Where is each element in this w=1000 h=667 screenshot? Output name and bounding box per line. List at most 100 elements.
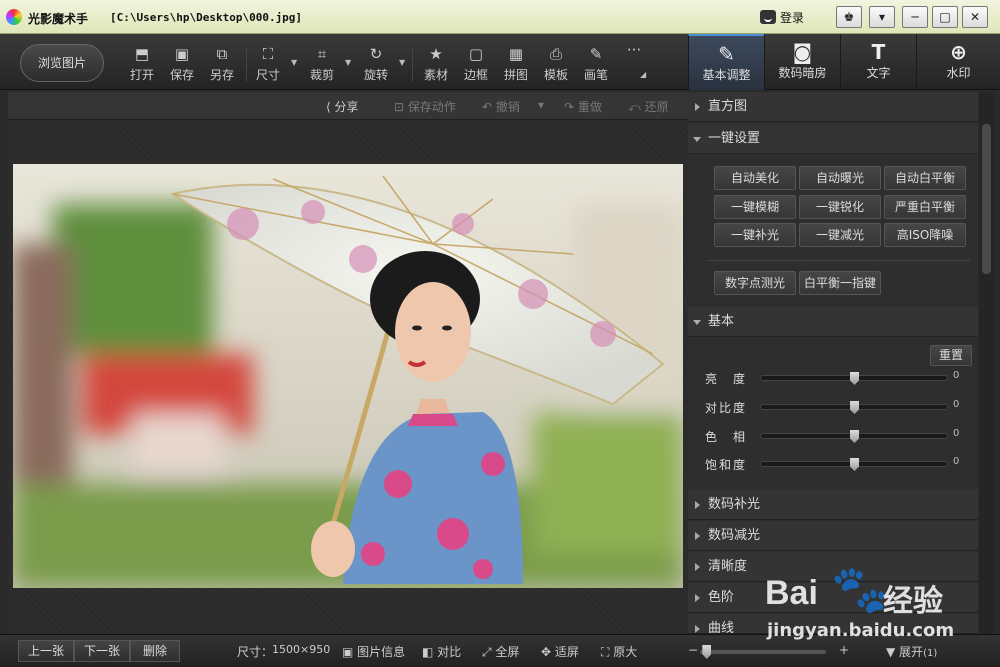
tab-basic-adjust[interactable]: ✎ 基本调整 [688, 34, 764, 90]
save-action-label: 保存动作 [407, 100, 456, 114]
hue-label: 色 相 [705, 430, 748, 444]
one-click-sharpen-button[interactable]: 一键锐化 [799, 195, 881, 219]
collage-icon: ▦ [508, 45, 524, 63]
resize-button[interactable]: ⛶ 尺寸 [248, 44, 288, 86]
one-click-section[interactable]: 一键设置 [688, 124, 978, 154]
redo-button[interactable]: ↷ 重做 [564, 98, 602, 115]
levels-section[interactable]: 色阶 [688, 583, 978, 613]
expand-count: (1) [923, 648, 938, 659]
previous-image-button[interactable]: 上一张 [18, 640, 74, 662]
watermark-icon: ⊕ [950, 40, 967, 64]
right-tab-bar: ✎ 基本调整 ◙ 数码暗房 T 文字 ⊕ 水印 [688, 34, 1000, 90]
fullscreen-button[interactable]: ⤢ 全屏 [482, 643, 519, 660]
save-as-icon: ⧉ [216, 45, 228, 63]
tab-text[interactable]: T 文字 [840, 34, 916, 90]
histogram-section[interactable]: 直方图 [688, 92, 978, 122]
curves-section[interactable]: 曲线 [688, 614, 978, 634]
strong-white-balance-button[interactable]: 严重白平衡 [884, 195, 966, 219]
skin-button[interactable]: ♚ [836, 6, 862, 28]
border-button[interactable]: ▢ 边框 [456, 44, 496, 86]
save-as-button[interactable]: ⧉ 另存 [202, 44, 242, 86]
image-size-value: 1500×950 [272, 643, 331, 656]
resize-icon: ⛶ [262, 45, 274, 63]
crop-button[interactable]: ⌗ 裁剪 [302, 44, 342, 86]
white-balance-picker-button[interactable]: 白平衡一指键 [799, 271, 881, 295]
fit-screen-button[interactable]: ✥ 适屏 [541, 643, 579, 660]
maximize-button[interactable]: □ [932, 6, 958, 28]
material-label: 素材 [423, 68, 448, 82]
digital-reduce-light-section[interactable]: 数码减光 [688, 521, 978, 551]
tab-watermark[interactable]: ⊕ 水印 [916, 34, 1000, 90]
panel-scrollbar-thumb[interactable] [982, 124, 991, 274]
rotate-dropdown-icon[interactable]: ▼ [399, 58, 405, 67]
login-button[interactable]: 登录 [760, 6, 830, 28]
share-button[interactable]: ⟨ 分享 [326, 98, 359, 115]
close-button[interactable]: ✕ [962, 6, 988, 28]
clarity-section[interactable]: 清晰度 [688, 552, 978, 582]
tab-watermark-label: 水印 [946, 66, 971, 80]
undo-dropdown-icon[interactable]: ▾ [538, 98, 544, 112]
rotate-button[interactable]: ↻ 旋转 [356, 44, 396, 86]
more-expand-icon[interactable]: ◢ [640, 70, 646, 79]
menu-button[interactable]: ▾ [869, 6, 895, 28]
crop-dropdown-icon[interactable]: ▼ [345, 58, 351, 67]
more-tools-button[interactable]: ··· [614, 40, 654, 82]
auto-exposure-button[interactable]: 自动曝光 [799, 166, 881, 190]
next-image-button[interactable]: 下一张 [74, 640, 130, 662]
browse-images-button[interactable]: 浏览图片 [20, 44, 104, 82]
save-action-button[interactable]: ⊡ 保存动作 [394, 98, 456, 115]
spot-metering-button[interactable]: 数字点测光 [714, 271, 796, 295]
undo-label: 撤销 [495, 100, 520, 114]
darkroom-icon: ◙ [792, 40, 813, 64]
crop-label: 裁剪 [309, 68, 334, 82]
template-button[interactable]: ⎙ 模板 [536, 44, 576, 86]
more-icon: ··· [626, 41, 642, 59]
collage-button[interactable]: ▦ 拼图 [496, 44, 536, 86]
panel-scrollbar[interactable] [979, 92, 994, 634]
original-size-button[interactable]: ⛶ 原大 [601, 643, 637, 660]
brush-icon: ✎ [589, 45, 603, 63]
contrast-slider-thumb[interactable] [850, 401, 859, 414]
panel-divider [708, 260, 970, 261]
compare-button[interactable]: ◧ 对比 [422, 643, 461, 660]
material-button[interactable]: ★ 素材 [416, 44, 456, 86]
toolbar-divider [412, 48, 413, 82]
tab-text-label: 文字 [866, 66, 891, 80]
app-title: 光影魔术手 [28, 12, 89, 26]
resize-dropdown-icon[interactable]: ▼ [291, 58, 297, 67]
basic-section[interactable]: 基本 [688, 307, 978, 337]
one-click-fill-light-button[interactable]: 一键补光 [714, 223, 796, 247]
tab-digital-darkroom[interactable]: ◙ 数码暗房 [764, 34, 840, 90]
open-button[interactable]: ⬒ 打开 [122, 44, 162, 86]
zoom-in-button[interactable]: + [839, 643, 849, 657]
image-info-button[interactable]: ▣ 图片信息 [342, 643, 405, 660]
rotate-label: 旋转 [363, 68, 388, 82]
zoom-out-button[interactable]: − [688, 643, 698, 657]
restore-button[interactable]: ⤺ 还原 [628, 98, 669, 115]
zoom-slider[interactable] [700, 650, 826, 654]
digital-fill-light-section[interactable]: 数码补光 [688, 490, 978, 520]
save-label: 保存 [169, 68, 194, 82]
one-click-reduce-light-button[interactable]: 一键减光 [799, 223, 881, 247]
delete-button[interactable]: 删除 [130, 640, 180, 662]
file-path: [C:\Users\hp\Desktop\000.jpg] [110, 11, 303, 24]
expand-button[interactable]: ▼ 展开(1) [886, 643, 937, 660]
action-bar: ⟨ 分享 ⊡ 保存动作 ↶ 撤销 ▾ ↷ 重做 ⤺ 还原 [8, 92, 688, 120]
brush-label: 画笔 [583, 68, 608, 82]
undo-button[interactable]: ↶ 撤销 [482, 98, 520, 115]
minimize-button[interactable]: ─ [902, 6, 928, 28]
restore-label: 还原 [644, 100, 669, 114]
tab-digital-darkroom-label: 数码暗房 [778, 66, 827, 80]
high-iso-denoise-button[interactable]: 高ISO降噪 [884, 223, 966, 247]
auto-beautify-button[interactable]: 自动美化 [714, 166, 796, 190]
auto-white-balance-button[interactable]: 自动白平衡 [884, 166, 966, 190]
brush-button[interactable]: ✎ 画笔 [576, 44, 616, 86]
brightness-slider-thumb[interactable] [850, 372, 859, 385]
zoom-slider-thumb[interactable] [702, 645, 712, 659]
one-click-blur-button[interactable]: 一键模糊 [714, 195, 796, 219]
saturation-slider-thumb[interactable] [850, 458, 859, 471]
edited-photo[interactable] [13, 164, 683, 588]
hue-slider-thumb[interactable] [850, 430, 859, 443]
reset-button[interactable]: 重置 [930, 345, 972, 366]
save-button[interactable]: ▣ 保存 [162, 44, 202, 86]
